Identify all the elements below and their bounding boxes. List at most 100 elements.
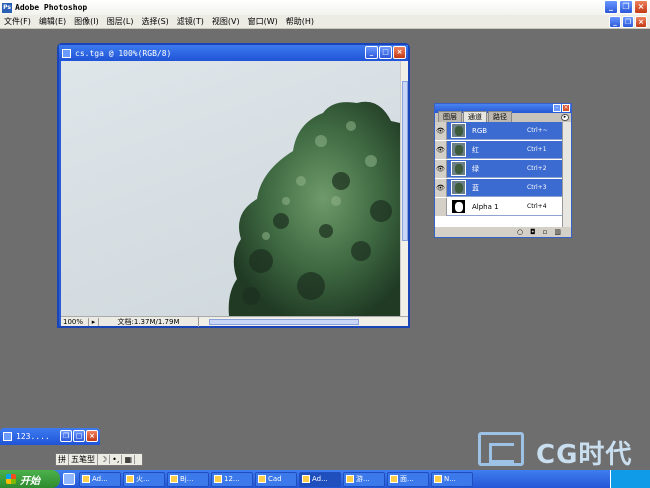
- minimized-restore-button[interactable]: ❐: [60, 430, 72, 442]
- task-button[interactable]: 火...: [123, 471, 165, 487]
- doc-restore-button[interactable]: ❐: [622, 16, 634, 28]
- quick-launch-icon[interactable]: [63, 473, 75, 485]
- channel-shortcut: Ctrl+3: [527, 184, 547, 191]
- task-label: N...: [444, 475, 456, 483]
- app-icon: [82, 475, 90, 483]
- task-label: Ad...: [312, 475, 328, 483]
- task-button[interactable]: 面...: [387, 471, 429, 487]
- ime-mode-label[interactable]: 五笔型: [69, 454, 98, 465]
- windows-flag-icon: [6, 474, 16, 484]
- eye-icon[interactable]: 👁: [435, 159, 447, 178]
- punctuation-icon[interactable]: •,: [110, 455, 123, 464]
- ime-switch-icon[interactable]: 拼: [56, 454, 69, 465]
- minimized-maximize-button[interactable]: □: [73, 430, 85, 442]
- app-icon: [434, 475, 442, 483]
- task-button-active[interactable]: Ad...: [299, 471, 341, 487]
- channel-row-blue[interactable]: 👁 蓝 Ctrl+3: [435, 178, 562, 197]
- eye-icon[interactable]: 👁: [435, 121, 447, 140]
- eye-icon[interactable]: 👁: [435, 178, 447, 197]
- menu-layer[interactable]: 图层(L): [103, 16, 138, 27]
- task-label: Ad...: [92, 475, 108, 483]
- zoom-level[interactable]: 100%: [61, 317, 89, 326]
- eye-icon[interactable]: 👁: [435, 140, 447, 159]
- menu-filter[interactable]: 滤镜(T): [173, 16, 208, 27]
- eye-hidden-icon[interactable]: [435, 197, 447, 216]
- palette-close-button[interactable]: ×: [562, 104, 570, 112]
- document-maximize-button[interactable]: □: [379, 46, 392, 59]
- minimized-window-title: 123....: [16, 432, 50, 441]
- channel-row-alpha[interactable]: Alpha 1 Ctrl+4: [435, 197, 562, 216]
- menu-window[interactable]: 窗口(W): [244, 16, 282, 27]
- tab-channels[interactable]: 通道: [463, 111, 487, 122]
- photoshop-icon: Ps: [2, 2, 12, 13]
- palette-minimize-button[interactable]: -: [553, 104, 561, 112]
- task-label: Bj...: [180, 475, 194, 483]
- photoshop-icon: [302, 475, 310, 483]
- tab-layers[interactable]: 图层: [438, 111, 462, 122]
- system-tray[interactable]: [610, 470, 650, 488]
- document-minimize-button[interactable]: _: [365, 46, 378, 59]
- doc-close-button[interactable]: ×: [635, 16, 647, 28]
- minimized-window[interactable]: 123.... ❐ □ ×: [0, 428, 100, 445]
- channel-thumbnail: [451, 199, 466, 214]
- image-canvas[interactable]: [61, 61, 400, 316]
- task-label: Cad: [268, 475, 282, 483]
- document-titlebar[interactable]: cs.tga @ 100%(RGB/8) _ □ ×: [59, 45, 408, 61]
- doc-minimize-button[interactable]: _: [609, 16, 621, 28]
- ime-toolbar: 拼 五笔型 ☽ •, ▦: [55, 453, 143, 466]
- folder-icon: [346, 475, 354, 483]
- menu-edit[interactable]: 编辑(E): [35, 16, 70, 27]
- channel-shortcut: Ctrl+4: [527, 203, 547, 210]
- task-button[interactable]: Cad: [255, 471, 297, 487]
- channel-thumbnail: [451, 142, 466, 157]
- document-vertical-scrollbar[interactable]: [400, 61, 408, 316]
- app-icon: [126, 475, 134, 483]
- close-button[interactable]: ×: [634, 0, 648, 14]
- delete-channel-icon[interactable]: ▥: [554, 228, 561, 236]
- task-button[interactable]: Bj...: [167, 471, 209, 487]
- channel-row-red[interactable]: 👁 红 Ctrl+1: [435, 140, 562, 159]
- keyboard-icon[interactable]: ▦: [122, 455, 135, 464]
- document-icon: [3, 432, 12, 441]
- palette-bottom-bar: ○ ◘ ▫ ▥: [435, 227, 571, 237]
- new-channel-icon[interactable]: ▫: [543, 228, 548, 236]
- moon-icon[interactable]: ☽: [98, 455, 111, 464]
- folder-icon: [390, 475, 398, 483]
- app-icon: [214, 475, 222, 483]
- document-window[interactable]: cs.tga @ 100%(RGB/8) _ □ × 100% ▸ 文档:1.3…: [57, 43, 410, 328]
- minimize-button[interactable]: _: [604, 0, 618, 14]
- status-menu-arrow-icon[interactable]: ▸: [89, 317, 99, 326]
- palette-menu-icon[interactable]: ▸: [561, 114, 569, 121]
- menu-help[interactable]: 帮助(H): [282, 16, 318, 27]
- tree-image: [228, 101, 400, 316]
- minimized-close-button[interactable]: ×: [86, 430, 98, 442]
- channel-name: 蓝: [472, 183, 479, 192]
- task-button[interactable]: N...: [431, 471, 473, 487]
- task-button[interactable]: Ad...: [79, 471, 121, 487]
- channel-thumbnail: [451, 123, 466, 138]
- menu-view[interactable]: 视图(V): [208, 16, 244, 27]
- restore-button[interactable]: ❐: [619, 0, 633, 14]
- document-close-button[interactable]: ×: [393, 46, 406, 59]
- channel-shortcut: Ctrl+~: [527, 127, 548, 134]
- watermark-logo: CG时代: [478, 430, 648, 470]
- task-button[interactable]: 游...: [343, 471, 385, 487]
- task-label: 面...: [400, 475, 414, 483]
- load-selection-icon[interactable]: ○: [517, 228, 523, 236]
- watermark-text: CG时代: [536, 440, 633, 470]
- tab-paths[interactable]: 路径: [488, 111, 512, 122]
- menu-image[interactable]: 图像(I): [70, 16, 103, 27]
- document-icon: [62, 48, 71, 58]
- document-horizontal-scrollbar[interactable]: [199, 317, 408, 326]
- menu-file[interactable]: 文件(F): [0, 16, 35, 27]
- menu-select[interactable]: 选择(S): [137, 16, 172, 27]
- channel-row-green[interactable]: 👁 绿 Ctrl+2: [435, 159, 562, 178]
- save-selection-icon[interactable]: ◘: [530, 228, 536, 236]
- start-button[interactable]: 开始: [0, 470, 60, 488]
- channels-palette: - × 图层 通道 路径 ▸ 👁 RGB Ctrl+~ 👁 红 Ctrl+1 👁…: [434, 103, 572, 238]
- palette-tabs: 图层 通道 路径 ▸: [435, 111, 571, 122]
- app-titlebar: Ps Adobe Photoshop _ ❐ ×: [0, 0, 650, 15]
- channel-row-rgb[interactable]: 👁 RGB Ctrl+~: [435, 121, 562, 140]
- palette-scrollbar[interactable]: [562, 122, 571, 227]
- task-button[interactable]: 12...: [211, 471, 253, 487]
